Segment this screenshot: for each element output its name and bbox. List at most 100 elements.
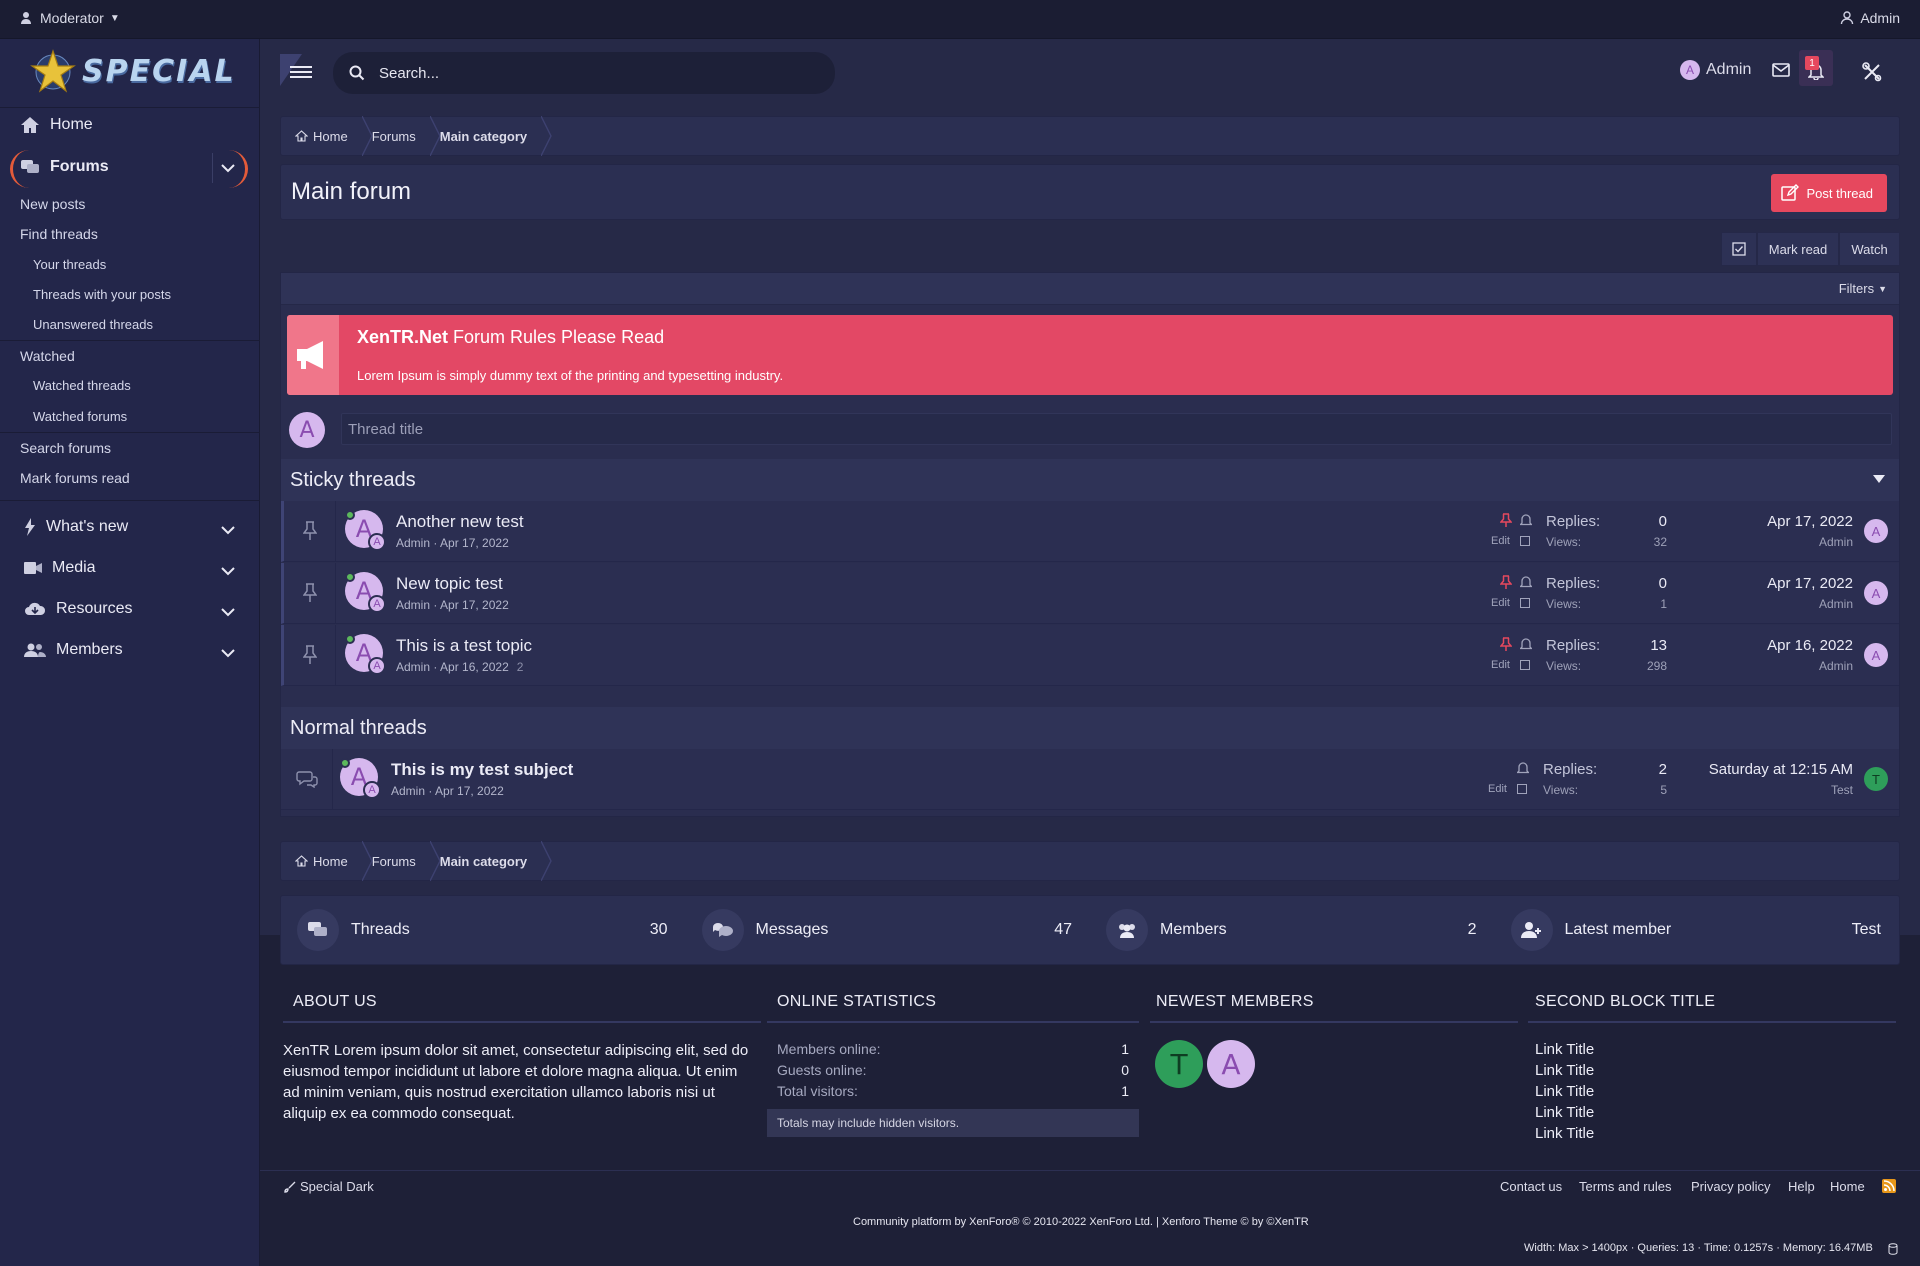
breadcrumb-home[interactable]: Home — [295, 115, 373, 156]
thread-title-input[interactable] — [341, 413, 1892, 445]
edit-link[interactable]: Edit — [1491, 659, 1510, 671]
thread-row[interactable]: AA This is my test subject Admin · Apr 1… — [281, 749, 1899, 810]
last-post-date[interactable]: Saturday at 12:15 AM — [1709, 761, 1853, 778]
mark-read-button[interactable]: Mark read — [1757, 232, 1839, 266]
envelope-icon[interactable] — [1772, 63, 1790, 77]
contact-us-link[interactable]: Contact us — [1500, 1179, 1562, 1194]
nav-resources[interactable]: Resources — [24, 600, 132, 618]
select-all-button[interactable] — [1721, 232, 1757, 266]
footer-link[interactable]: Link Title — [1535, 1083, 1594, 1100]
bell-icon[interactable] — [1520, 637, 1532, 651]
nav-threads-with-posts[interactable]: Threads with your posts — [33, 287, 171, 302]
avatar[interactable]: AA — [345, 510, 386, 551]
chevron-down-icon[interactable] — [220, 645, 236, 661]
account-menu[interactable]: A Admin — [1680, 60, 1751, 80]
last-poster-avatar[interactable]: A — [1864, 581, 1888, 605]
edit-link[interactable]: Edit — [1488, 783, 1507, 795]
thread-author[interactable]: Admin — [396, 598, 430, 612]
nav-new-posts[interactable]: New posts — [20, 196, 85, 212]
chevron-down-icon[interactable] — [220, 522, 236, 538]
alerts-button[interactable]: 1 — [1799, 50, 1833, 86]
breadcrumb-main-category[interactable]: Main category — [440, 115, 552, 156]
breadcrumb-forums[interactable]: Forums — [372, 840, 441, 881]
nav-home[interactable]: Home — [20, 116, 93, 134]
nav-watched[interactable]: Watched — [20, 348, 75, 364]
post-thread-button[interactable]: Post thread — [1770, 174, 1887, 212]
breadcrumb-home[interactable]: Home — [295, 840, 373, 881]
style-chooser[interactable]: Special Dark — [284, 1179, 374, 1194]
page-link[interactable]: 2 — [517, 660, 524, 674]
nav-mark-forums-read[interactable]: Mark forums read — [20, 470, 130, 486]
newest-member-avatar[interactable]: A — [1207, 1040, 1255, 1088]
admin-menu[interactable]: Admin — [1840, 10, 1900, 26]
nav-find-threads[interactable]: Find threads — [20, 226, 98, 242]
footer-link[interactable]: Link Title — [1535, 1104, 1594, 1121]
last-poster-avatar[interactable]: A — [1864, 519, 1888, 543]
last-post-user[interactable]: Admin — [1819, 535, 1853, 549]
thread-title[interactable]: New topic test — [396, 574, 503, 594]
nav-watched-threads[interactable]: Watched threads — [33, 378, 131, 393]
bell-icon[interactable] — [1520, 513, 1532, 527]
help-link[interactable]: Help — [1788, 1179, 1815, 1194]
thread-author[interactable]: Admin — [396, 536, 430, 550]
chevron-down-icon[interactable] — [220, 563, 236, 579]
last-post-user[interactable]: Admin — [1819, 659, 1853, 673]
nav-your-threads[interactable]: Your threads — [33, 257, 106, 272]
thread-row[interactable]: AA Another new test Admin · Apr 17, 2022… — [281, 501, 1899, 562]
last-post-date[interactable]: Apr 16, 2022 — [1767, 637, 1853, 654]
footer-link[interactable]: Link Title — [1535, 1125, 1594, 1142]
search-input[interactable] — [379, 64, 799, 82]
watch-button[interactable]: Watch — [1839, 232, 1900, 266]
terms-link[interactable]: Terms and rules — [1579, 1179, 1671, 1194]
thread-title[interactable]: Another new test — [396, 512, 524, 532]
bell-icon[interactable] — [1520, 575, 1532, 589]
select-checkbox[interactable] — [1520, 536, 1530, 546]
select-checkbox[interactable] — [1520, 660, 1530, 670]
nav-media[interactable]: Media — [24, 559, 96, 577]
select-checkbox[interactable] — [1517, 784, 1527, 794]
privacy-policy-link[interactable]: Privacy policy — [1691, 1179, 1770, 1194]
filters-button[interactable]: Filters ▼ — [1839, 281, 1887, 296]
avatar[interactable]: AA — [345, 634, 386, 675]
bell-icon[interactable] — [1517, 761, 1529, 775]
chevron-down-icon[interactable] — [220, 604, 236, 620]
nav-unanswered-threads[interactable]: Unanswered threads — [33, 317, 153, 332]
site-logo[interactable]: SPECIAL — [30, 48, 236, 94]
nav-whats-new[interactable]: What's new — [24, 518, 128, 536]
thread-author[interactable]: Admin — [396, 660, 430, 674]
latest-member-link[interactable]: Test — [1852, 921, 1881, 939]
footer-link[interactable]: Link Title — [1535, 1041, 1594, 1058]
sticky-threads-header[interactable]: Sticky threads — [281, 459, 1899, 501]
footer-link[interactable]: Link Title — [1535, 1062, 1594, 1079]
select-checkbox[interactable] — [1520, 598, 1530, 608]
rss-icon[interactable] — [1882, 1179, 1896, 1193]
thread-title[interactable]: This is my test subject — [391, 760, 573, 780]
last-poster-avatar[interactable]: T — [1864, 767, 1888, 791]
thread-title[interactable]: This is a test topic — [396, 636, 532, 656]
forums-expand-toggle[interactable] — [220, 160, 236, 176]
tools-icon[interactable] — [1862, 62, 1882, 82]
nav-watched-forums[interactable]: Watched forums — [33, 409, 127, 424]
last-poster-avatar[interactable]: A — [1864, 643, 1888, 667]
thread-author[interactable]: Admin — [391, 784, 425, 798]
edit-link[interactable]: Edit — [1491, 535, 1510, 547]
nav-search-forums[interactable]: Search forums — [20, 440, 111, 456]
thread-row[interactable]: AA This is a test topic Admin · Apr 16, … — [281, 625, 1899, 686]
last-post-user[interactable]: Test — [1831, 783, 1853, 797]
avatar[interactable]: AA — [345, 572, 386, 613]
home-link[interactable]: Home — [1830, 1179, 1865, 1194]
moderator-menu[interactable]: Moderator ▼ — [20, 10, 120, 26]
breadcrumb-forums[interactable]: Forums — [372, 115, 441, 156]
breadcrumb-main-category[interactable]: Main category — [440, 840, 552, 881]
thread-row[interactable]: AA New topic test Admin · Apr 17, 2022 E… — [281, 563, 1899, 624]
edit-link[interactable]: Edit — [1491, 597, 1510, 609]
caret-down-icon[interactable] — [1873, 475, 1885, 483]
nav-forums[interactable]: Forums — [20, 158, 109, 176]
nav-members[interactable]: Members — [24, 641, 123, 659]
sidebar-toggle-button[interactable] — [280, 54, 320, 90]
last-post-user[interactable]: Admin — [1819, 597, 1853, 611]
newest-member-avatar[interactable]: T — [1155, 1040, 1203, 1088]
search-bar[interactable] — [333, 52, 835, 94]
last-post-date[interactable]: Apr 17, 2022 — [1767, 513, 1853, 530]
last-post-date[interactable]: Apr 17, 2022 — [1767, 575, 1853, 592]
